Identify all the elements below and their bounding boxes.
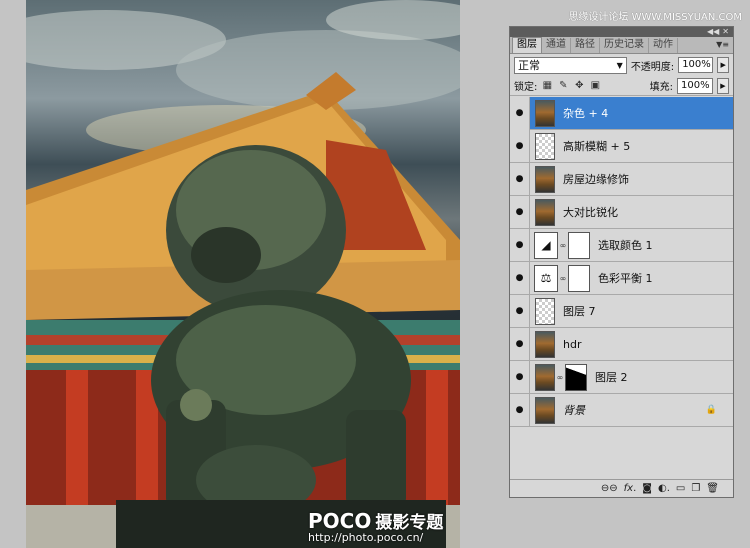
photo-illustration — [26, 0, 460, 548]
layer-thumbnail — [535, 297, 555, 325]
fill-field[interactable]: 100% — [677, 77, 713, 94]
layer-row[interactable]: ● ◢ ∞ 选取颜色 1 — [510, 228, 733, 262]
lock-row: 锁定: ▦ ✎ ✥ ▣ 填充: 100% ▶ — [510, 76, 733, 96]
eye-icon[interactable]: ● — [510, 261, 530, 295]
selective-color-icon: ◢ — [534, 231, 558, 259]
layer-name: 房屋边缘修饰 — [563, 173, 629, 186]
layer-row[interactable]: ● 大对比锐化 — [510, 195, 733, 229]
layer-row[interactable]: ● 杂色 + 4 — [510, 96, 733, 130]
eye-icon[interactable]: ● — [510, 129, 530, 163]
tab-actions[interactable]: 动作 — [649, 38, 678, 53]
fill-slider-button[interactable]: ▶ — [717, 77, 729, 94]
layer-name: hdr — [563, 337, 582, 351]
trash-icon[interactable]: 🗑 — [706, 483, 719, 494]
layers-panel: ◀◀ ✕ 图层 通道 路径 历史记录 动作 ▼≡ 正常 ▼ 不透明度: 100%… — [509, 26, 734, 498]
lock-brush-icon[interactable]: ✎ — [557, 80, 569, 92]
layer-name: 高斯模糊 + 5 — [563, 140, 631, 153]
eye-icon[interactable]: ● — [510, 162, 530, 196]
opacity-slider-button[interactable]: ▶ — [717, 57, 730, 73]
eye-icon[interactable]: ● — [510, 294, 530, 328]
panel-menu-icon[interactable]: ▼≡ — [716, 40, 729, 49]
layer-mask-thumbnail[interactable] — [568, 264, 590, 292]
adjustment-icon[interactable]: ◐. — [658, 483, 670, 494]
fill-label: 填充: — [649, 82, 673, 93]
layer-name: 背景 — [563, 404, 585, 417]
opacity-field[interactable]: 100% — [678, 57, 714, 73]
blend-row: 正常 ▼ 不透明度: 100% ▶ — [510, 54, 733, 76]
chevron-down-icon: ▼ — [616, 60, 623, 70]
group-icon[interactable]: ▭ — [676, 483, 685, 494]
chain-link-icon[interactable]: ∞ — [556, 373, 564, 382]
poco-brand-sub: 摄影专题 — [375, 513, 444, 533]
eye-icon[interactable]: ● — [510, 360, 530, 394]
layer-name: 大对比锐化 — [563, 206, 618, 219]
layer-thumbnail — [535, 198, 555, 226]
eye-icon[interactable]: ● — [510, 96, 530, 130]
eye-icon[interactable]: ● — [510, 228, 530, 262]
poco-logo: POCO 摄影专题 — [308, 508, 443, 533]
chain-link-icon[interactable]: ∞ — [559, 241, 567, 250]
panel-footer: ⊖⊖ fx. ◙ ◐. ▭ ❐ 🗑 — [510, 479, 733, 497]
lock-transparency-icon[interactable]: ▦ — [541, 80, 553, 92]
layer-name: 图层 7 — [563, 305, 596, 318]
collapse-icon[interactable]: ◀◀ — [707, 28, 719, 36]
eye-icon[interactable]: ● — [510, 393, 530, 427]
layer-thumbnail — [535, 99, 555, 127]
tab-history[interactable]: 历史记录 — [600, 38, 649, 53]
layer-name: 杂色 + 4 — [563, 107, 609, 120]
layer-row[interactable]: ● ⚖ ∞ 色彩平衡 1 — [510, 261, 733, 295]
layer-thumbnail — [535, 396, 555, 424]
layer-name: 色彩平衡 1 — [598, 272, 653, 285]
layer-row[interactable]: ● 图层 7 — [510, 294, 733, 328]
new-layer-icon[interactable]: ❐ — [691, 483, 700, 494]
lock-move-icon[interactable]: ✥ — [573, 80, 585, 92]
canvas-photo[interactable]: POCO 摄影专题 http://photo.poco.cn/ — [26, 0, 460, 548]
layer-thumbnail — [535, 330, 555, 358]
layer-thumbnail — [535, 132, 555, 160]
layer-row[interactable]: ● 房屋边缘修饰 — [510, 162, 733, 196]
layer-list: ● 杂色 + 4 ● 高斯模糊 + 5 ● 房屋边缘修饰 ● 大对比锐化 ● ◢… — [510, 96, 733, 427]
layer-thumbnail — [535, 165, 555, 193]
tab-paths[interactable]: 路径 — [571, 38, 600, 53]
poco-url: http://photo.poco.cn/ — [308, 531, 424, 544]
layer-row[interactable]: ● 高斯模糊 + 5 — [510, 129, 733, 163]
layer-row[interactable]: ● ∞ 图层 2 — [510, 360, 733, 394]
layer-name: 选取颜色 1 — [598, 239, 653, 252]
opacity-label: 不透明度: — [630, 61, 675, 73]
layer-mask-thumbnail[interactable] — [565, 363, 587, 391]
site-watermark: 思缘设计论坛 WWW.MISSYUAN.COM — [568, 12, 742, 23]
layer-name: 图层 2 — [595, 371, 628, 384]
layer-mask-thumbnail[interactable] — [568, 231, 590, 259]
chain-link-icon[interactable]: ∞ — [559, 274, 567, 283]
panel-tabs: 图层 通道 路径 历史记录 动作 ▼≡ — [510, 37, 733, 54]
layer-thumbnail — [535, 363, 555, 391]
eye-icon[interactable]: ● — [510, 195, 530, 229]
layer-row[interactable]: ● 背景 🔒 — [510, 393, 733, 427]
mask-icon[interactable]: ◙ — [642, 483, 652, 494]
color-balance-icon: ⚖ — [534, 264, 558, 292]
poco-brand: POCO — [308, 509, 372, 533]
blend-mode-select[interactable]: 正常 ▼ — [514, 56, 627, 74]
tab-layers[interactable]: 图层 — [512, 37, 542, 53]
lock-icon: 🔒 — [705, 405, 717, 415]
blend-mode-value: 正常 — [518, 58, 540, 72]
layer-row[interactable]: ● hdr — [510, 327, 733, 361]
panel-titlebar[interactable]: ◀◀ ✕ — [510, 27, 733, 37]
fx-icon[interactable]: fx. — [624, 483, 637, 494]
eye-icon[interactable]: ● — [510, 327, 530, 361]
tab-channels[interactable]: 通道 — [542, 38, 571, 53]
close-icon[interactable]: ✕ — [722, 28, 729, 36]
lock-all-icon[interactable]: ▣ — [589, 80, 601, 92]
link-icon[interactable]: ⊖⊖ — [601, 483, 618, 494]
lock-label: 锁定: — [514, 82, 538, 93]
